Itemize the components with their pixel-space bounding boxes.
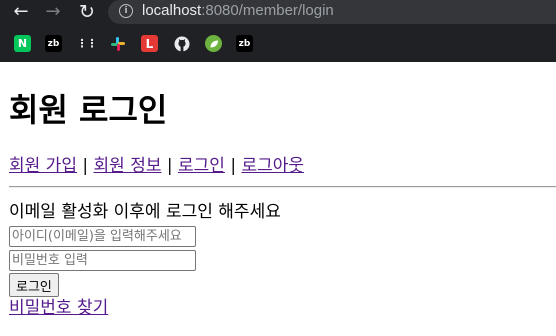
login-button[interactable]: 로그인: [9, 273, 59, 297]
login-link[interactable]: 로그인: [178, 156, 225, 176]
member-info-link[interactable]: 회원 정보: [94, 156, 162, 176]
nav-separator: |: [76, 156, 94, 176]
email-input[interactable]: [9, 226, 196, 247]
logout-link[interactable]: 로그아웃: [242, 156, 305, 176]
nav-separator: |: [224, 156, 242, 176]
l-icon[interactable]: L: [141, 35, 158, 52]
login-notice: 이메일 활성화 이후에 로그인 해주세요: [9, 202, 281, 222]
member-nav: 회원 가입 | 회원 정보 | 로그인 | 로그아웃: [9, 155, 304, 177]
password-input[interactable]: [9, 250, 196, 271]
nav-separator: |: [161, 156, 179, 176]
bookmarks-bar: N zb ⋮⋮ L zb: [0, 31, 556, 55]
find-password-link[interactable]: 비밀번호 찾기: [9, 297, 108, 319]
signup-link[interactable]: 회원 가입: [9, 156, 77, 176]
forward-arrow-icon[interactable]: →: [42, 1, 64, 23]
url-text[interactable]: localhost:8080/member/login: [142, 2, 334, 20]
github-icon[interactable]: [173, 35, 190, 52]
reload-icon[interactable]: ↻: [76, 1, 98, 23]
dots-icon[interactable]: ⋮⋮: [77, 35, 98, 52]
address-bar[interactable]: i localhost:8080/member/login: [108, 0, 556, 24]
zb-icon[interactable]: zb: [45, 35, 62, 52]
zb-icon[interactable]: zb: [236, 35, 253, 52]
site-info-icon[interactable]: i: [119, 4, 133, 18]
slack-icon[interactable]: [109, 35, 127, 53]
browser-chrome: ← → ↻ i localhost:8080/member/login N zb…: [0, 0, 556, 62]
back-arrow-icon[interactable]: ←: [10, 1, 32, 23]
divider: [9, 186, 556, 188]
spring-icon[interactable]: [205, 35, 222, 52]
page-title: 회원 로그인: [9, 91, 168, 129]
naver-icon[interactable]: N: [14, 35, 31, 52]
